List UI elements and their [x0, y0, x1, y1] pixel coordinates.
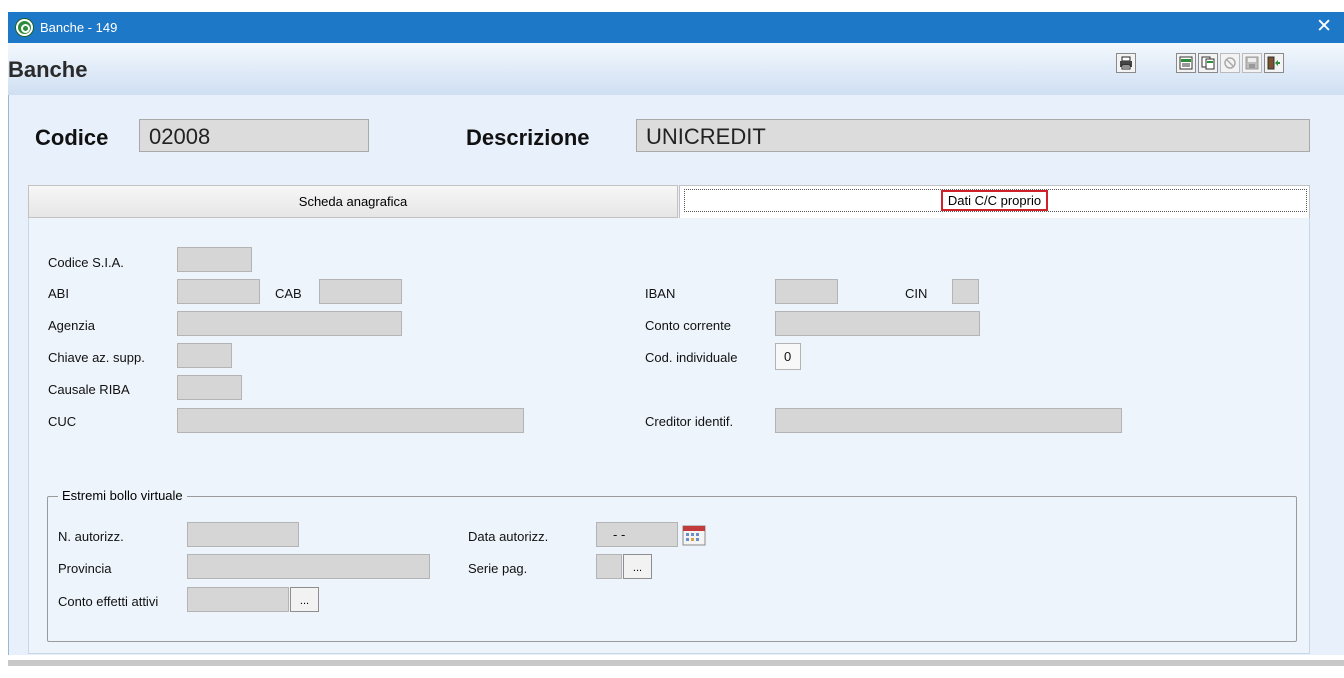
bottom-scrollbar[interactable]	[8, 660, 1344, 666]
abi-label: ABI	[48, 286, 69, 301]
tab-dati-cc-proprio[interactable]: Dati C/C proprio	[679, 185, 1310, 218]
cuc-field[interactable]	[177, 408, 524, 433]
provincia-field[interactable]	[187, 554, 430, 579]
close-icon[interactable]: ✕	[1316, 16, 1332, 38]
n-autorizz-label: N. autorizz.	[58, 529, 124, 544]
causale-riba-label: Causale RIBA	[48, 382, 130, 397]
descrizione-label: Descrizione	[466, 125, 590, 150]
conto-effetti-attivi-field[interactable]	[187, 587, 289, 612]
conto-effetti-browse-button[interactable]: ...	[290, 587, 319, 612]
tab-label: Dati C/C proprio	[940, 189, 1049, 211]
serie-pag-label: Serie pag.	[468, 561, 528, 576]
data-autorizz-label: Data autorizz.	[468, 529, 549, 544]
cin-field[interactable]	[952, 279, 979, 304]
cab-label: CAB	[275, 286, 302, 301]
creditor-identif-field[interactable]	[775, 408, 1122, 433]
abi-field[interactable]	[177, 279, 260, 304]
cod-individuale-label: Cod. individuale	[645, 350, 738, 365]
serie-pag-field[interactable]	[596, 554, 622, 579]
iban-label: IBAN	[645, 286, 676, 301]
tab-scheda-anagrafica[interactable]: Scheda anagrafica	[28, 185, 678, 218]
export-icon[interactable]	[1176, 53, 1196, 73]
window-titlebar: Banche - 149 ✕	[8, 12, 1344, 43]
form-header: Banche	[8, 43, 1344, 95]
cab-field[interactable]	[319, 279, 402, 304]
chiave-az-supp-label: Chiave az. supp.	[48, 350, 145, 365]
agenzia-field[interactable]	[177, 311, 402, 336]
descrizione-field[interactable]: UNICREDIT	[636, 119, 1310, 152]
print-icon[interactable]	[1116, 53, 1136, 73]
delete-icon[interactable]	[1220, 53, 1240, 73]
provincia-label: Provincia	[58, 561, 112, 576]
conto-effetti-attivi-label: Conto effetti attivi	[58, 594, 159, 609]
copy-icon[interactable]	[1198, 53, 1218, 73]
causale-riba-field[interactable]	[177, 375, 242, 400]
codice-sia-field[interactable]	[177, 247, 252, 272]
chiave-az-supp-field[interactable]	[177, 343, 232, 368]
codice-label: Codice	[35, 125, 109, 150]
agenzia-label: Agenzia	[48, 318, 95, 333]
creditor-identif-label: Creditor identif.	[645, 414, 734, 429]
conto-corrente-label: Conto corrente	[645, 318, 731, 333]
n-autorizz-field[interactable]	[187, 522, 299, 547]
save-icon[interactable]	[1242, 53, 1262, 73]
calendar-icon[interactable]	[680, 522, 708, 547]
conto-corrente-field[interactable]	[775, 311, 980, 336]
form-title: Banche	[8, 57, 88, 82]
data-autorizz-field[interactable]: - -	[596, 522, 678, 547]
cin-label: CIN	[905, 286, 928, 301]
codice-field[interactable]: 02008	[139, 119, 369, 152]
cod-individuale-field[interactable]: 0	[775, 343, 801, 370]
cuc-label: CUC	[48, 414, 77, 429]
tab-label: Scheda anagrafica	[298, 194, 408, 209]
iban-field[interactable]	[775, 279, 838, 304]
window-title: Banche - 149	[40, 20, 118, 35]
serie-pag-browse-button[interactable]: ...	[623, 554, 652, 579]
codice-sia-label: Codice S.I.A.	[48, 255, 124, 270]
app-icon	[16, 19, 33, 36]
exit-icon[interactable]	[1264, 53, 1284, 73]
tab-bar: Scheda anagrafica Dati C/C proprio	[28, 185, 1310, 218]
bollo-legend: Estremi bollo virtuale	[58, 488, 187, 503]
